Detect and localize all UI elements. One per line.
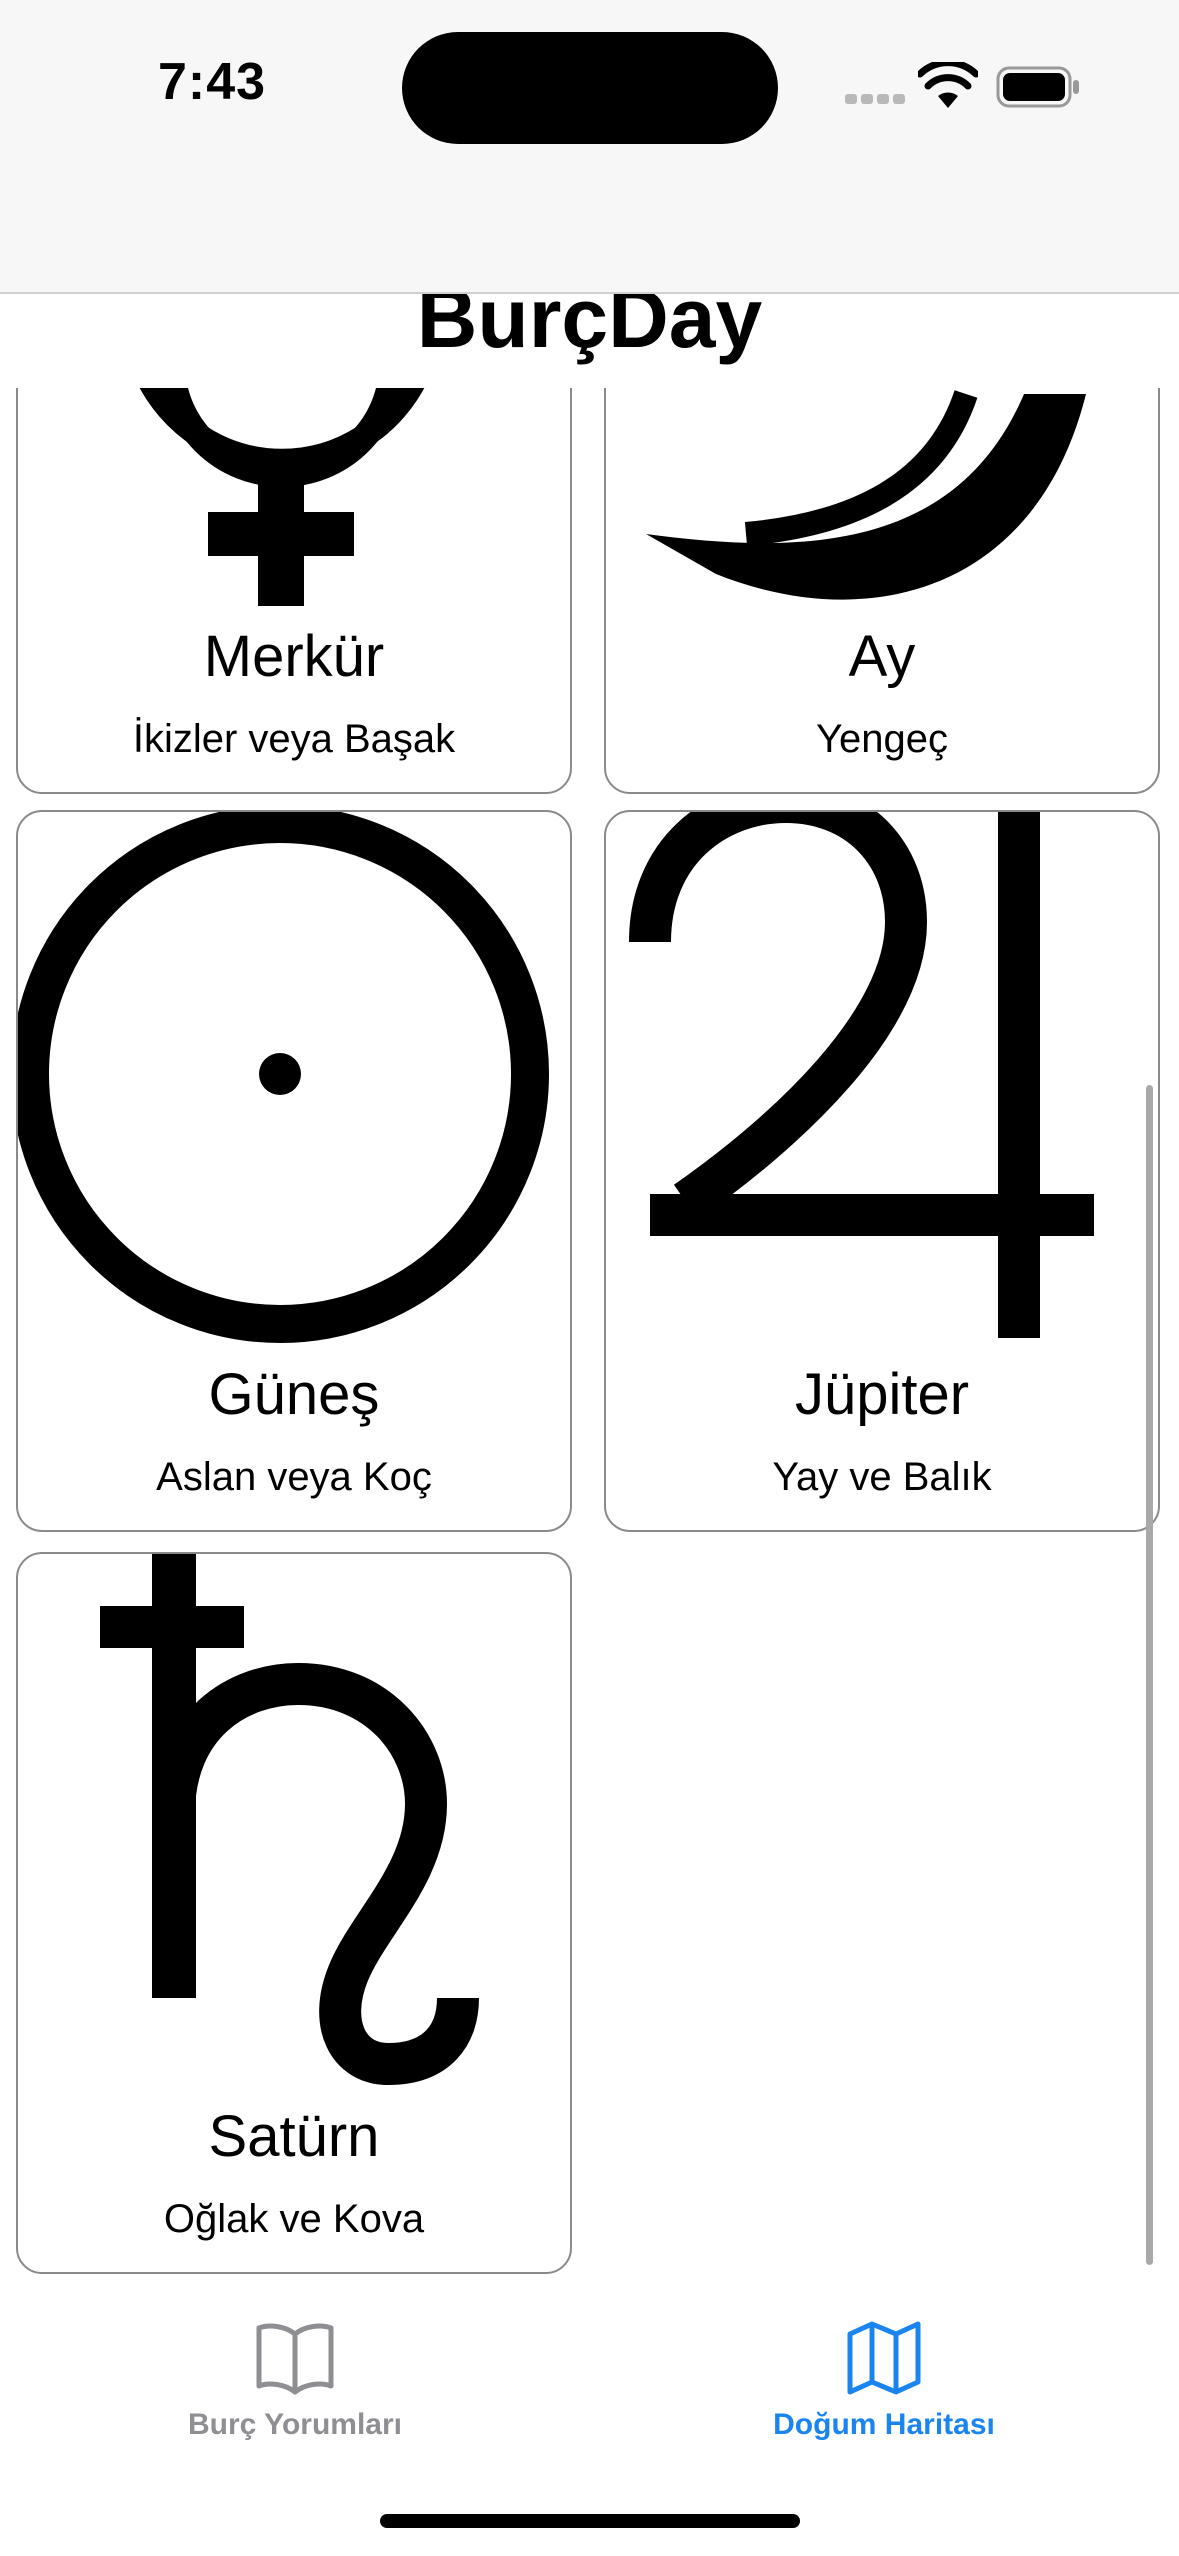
planet-name: Merkür xyxy=(203,624,385,689)
dynamic-island xyxy=(402,32,778,144)
planet-card-jupiter[interactable]: Jüpiter Yay ve Balık xyxy=(604,810,1160,1532)
home-indicator[interactable] xyxy=(380,2514,800,2528)
planet-signs: Yengeç xyxy=(816,717,948,761)
status-time: 7:43 xyxy=(158,53,267,111)
planet-name: Ay xyxy=(848,624,916,689)
planet-signs: Aslan veya Koç xyxy=(156,1455,432,1499)
wifi-icon xyxy=(918,62,978,108)
book-icon xyxy=(256,2323,334,2395)
tab-burc-yorumlari[interactable]: Burç Yorumları xyxy=(95,2320,495,2460)
tab-label: Doğum Haritası xyxy=(773,2408,995,2441)
battery-icon xyxy=(996,66,1079,108)
planet-signs: Oğlak ve Kova xyxy=(163,2197,425,2241)
cellular-signal-icon xyxy=(845,94,905,106)
tab-label: Burç Yorumları xyxy=(188,2408,402,2441)
planet-signs: Yay ve Balık xyxy=(772,1455,992,1499)
planet-name: Jüpiter xyxy=(794,1362,970,1427)
tab-dogum-haritasi[interactable]: Doğum Haritası xyxy=(684,2320,1084,2460)
scrollbar[interactable] xyxy=(1146,1085,1153,2265)
status-bar: 7:43 xyxy=(0,0,1179,294)
planet-card-gunes[interactable]: Güneş Aslan veya Koç xyxy=(16,810,572,1532)
planet-signs: İkizler veya Başak xyxy=(132,717,456,761)
planet-name: Satürn xyxy=(208,2104,380,2169)
map-icon xyxy=(847,2321,921,2395)
planet-card-saturn[interactable]: Satürn Oğlak ve Kova xyxy=(16,1552,572,2274)
planet-name: Güneş xyxy=(208,1362,380,1427)
